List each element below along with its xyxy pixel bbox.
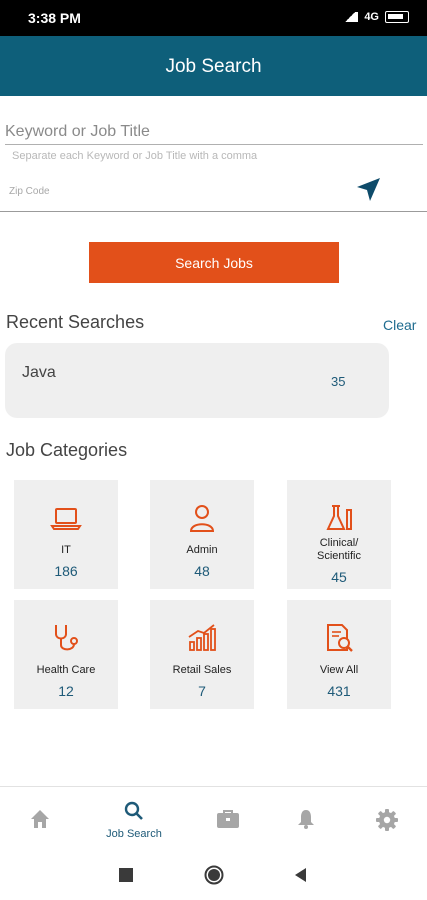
back-icon[interactable] xyxy=(294,868,308,882)
category-count: 186 xyxy=(54,563,78,579)
nav-jobs[interactable] xyxy=(196,787,256,855)
clear-recent-link[interactable]: Clear xyxy=(383,317,416,333)
signal-icon xyxy=(342,12,359,22)
bottom-nav: Job Search xyxy=(0,786,427,854)
stethoscope-icon xyxy=(55,625,78,651)
bar-chart-icon xyxy=(188,624,216,651)
flask-icon xyxy=(326,505,352,530)
status-icons: 4G xyxy=(342,11,409,23)
job-categories-title: Job Categories xyxy=(6,440,128,460)
keyword-input[interactable] xyxy=(5,119,423,145)
keyword-hint: Separate each Keyword or Job Title with … xyxy=(12,150,258,162)
recent-searches-title: Recent Searches xyxy=(6,312,145,332)
category-count: 431 xyxy=(327,683,351,699)
recent-search-term: Java xyxy=(22,364,56,381)
category-count: 7 xyxy=(198,683,206,699)
bell-icon xyxy=(298,810,314,829)
status-bar: 3:38 PM 4G xyxy=(0,0,427,36)
category-count: 45 xyxy=(331,569,347,585)
zip-code-input[interactable] xyxy=(9,182,329,200)
category-count: 48 xyxy=(194,563,210,579)
category-it[interactable]: IT 186 xyxy=(14,480,118,589)
nav-settings[interactable] xyxy=(356,787,416,855)
recent-search-count: 35 xyxy=(331,374,346,389)
home-circle-icon[interactable] xyxy=(204,865,224,885)
document-search-icon xyxy=(327,624,353,652)
category-view-all[interactable]: View All 431 xyxy=(287,600,391,709)
search-icon xyxy=(124,801,143,820)
category-admin[interactable]: Admin 48 xyxy=(150,480,254,589)
category-count: 12 xyxy=(58,683,74,699)
home-icon xyxy=(31,810,49,828)
category-label: Clinical/ Scientific xyxy=(316,537,362,562)
search-jobs-button[interactable]: Search Jobs xyxy=(89,242,339,283)
person-icon xyxy=(189,505,215,532)
nav-home[interactable] xyxy=(10,787,70,855)
category-label: Admin xyxy=(186,544,218,556)
briefcase-icon xyxy=(217,810,239,828)
category-label: View All xyxy=(319,664,359,676)
location-arrow-icon[interactable] xyxy=(354,176,382,204)
form-divider xyxy=(0,211,427,212)
app-bar: Job Search xyxy=(0,36,427,96)
nav-notifications[interactable] xyxy=(276,787,336,855)
category-clinical-scientific[interactable]: Clinical/ Scientific 45 xyxy=(287,480,391,589)
network-type: 4G xyxy=(364,11,379,23)
recents-icon[interactable] xyxy=(119,868,133,882)
status-time: 3:38 PM xyxy=(28,10,81,26)
category-health-care[interactable]: Health Care 12 xyxy=(14,600,118,709)
category-label: Health Care xyxy=(36,664,96,676)
nav-label: Job Search xyxy=(106,828,162,840)
battery-icon xyxy=(385,11,409,23)
page-title: Job Search xyxy=(165,56,262,77)
recent-search-item[interactable]: Java 35 xyxy=(5,343,389,418)
category-label: IT xyxy=(61,544,71,556)
category-label: Retail Sales xyxy=(172,664,232,676)
system-nav-bar xyxy=(0,854,427,900)
laptop-icon xyxy=(50,508,82,530)
nav-job-search[interactable]: Job Search xyxy=(104,787,164,855)
gear-icon xyxy=(376,809,398,831)
category-retail-sales[interactable]: Retail Sales 7 xyxy=(150,600,254,709)
